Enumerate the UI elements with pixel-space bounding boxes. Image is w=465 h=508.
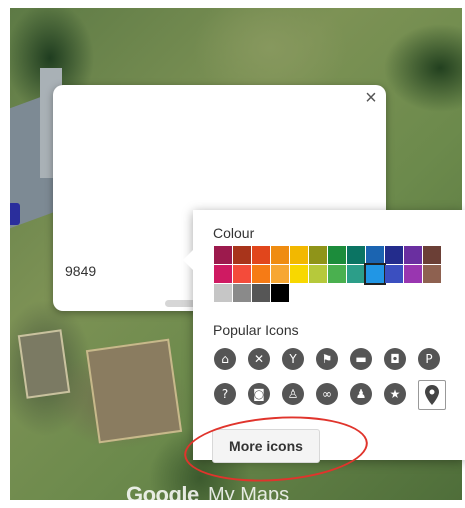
- colour-swatch[interactable]: [328, 246, 346, 264]
- colour-swatch[interactable]: [423, 265, 441, 283]
- colour-label: Colour: [213, 225, 255, 241]
- google-logo: Google: [126, 482, 199, 508]
- popular-icons-grid: ⌂ ✕ Y ⚑ ▬ ◘ P ? ◙ ♙ ∞ ♟ ★: [214, 348, 446, 423]
- google-wordmark: Google: [126, 482, 199, 507]
- colour-swatch[interactable]: [309, 265, 327, 283]
- my-maps-label: My Maps: [208, 484, 290, 506]
- colour-swatch[interactable]: [366, 246, 384, 264]
- field-plot: [85, 338, 183, 444]
- help-icon[interactable]: ?: [214, 383, 236, 405]
- colour-swatch[interactable]: [309, 246, 327, 264]
- popular-icons-label: Popular Icons: [213, 322, 299, 338]
- star-icon[interactable]: ★: [384, 383, 406, 405]
- parking-icon[interactable]: P: [418, 348, 440, 370]
- camera-icon[interactable]: ◙: [248, 383, 270, 405]
- colour-swatch[interactable]: [347, 265, 365, 283]
- colour-swatch[interactable]: [271, 265, 289, 283]
- colour-swatch[interactable]: [233, 265, 251, 283]
- field-plot: [17, 329, 71, 399]
- bar-icon[interactable]: Y: [282, 348, 304, 370]
- colour-swatch[interactable]: [214, 246, 232, 264]
- colour-swatch[interactable]: [233, 246, 251, 264]
- colour-swatch[interactable]: [404, 246, 422, 264]
- colour-swatch[interactable]: [347, 246, 365, 264]
- hotel-icon[interactable]: ▬: [350, 348, 372, 370]
- bicycle-icon[interactable]: ∞: [316, 383, 338, 405]
- colour-swatch[interactable]: [290, 246, 308, 264]
- colour-swatch[interactable]: [271, 246, 289, 264]
- colour-swatch[interactable]: [252, 246, 270, 264]
- pin-icon[interactable]: [418, 380, 446, 410]
- close-icon[interactable]: ×: [360, 87, 382, 109]
- restaurant-icon[interactable]: ✕: [248, 348, 270, 370]
- colour-swatch[interactable]: [214, 284, 232, 302]
- card-partial-text: 9849: [65, 263, 97, 279]
- blue-object: [10, 203, 20, 225]
- colour-swatch[interactable]: [271, 284, 289, 302]
- colour-swatch[interactable]: [385, 265, 403, 283]
- colour-swatch[interactable]: [423, 246, 441, 264]
- home-icon[interactable]: ⌂: [214, 348, 236, 370]
- colour-swatch[interactable]: [252, 265, 270, 283]
- colour-swatch[interactable]: [328, 265, 346, 283]
- colour-swatch[interactable]: [404, 265, 422, 283]
- running-icon[interactable]: ♟: [350, 383, 372, 405]
- colour-swatch[interactable]: [290, 265, 308, 283]
- colour-swatch[interactable]: [252, 284, 270, 302]
- colour-swatch[interactable]: [364, 263, 386, 285]
- hiking-icon[interactable]: ♙: [282, 383, 304, 405]
- colour-swatch[interactable]: [214, 265, 232, 283]
- flag-icon[interactable]: ⚑: [316, 348, 338, 370]
- shopping-icon[interactable]: ◘: [384, 348, 406, 370]
- colour-palette: [214, 246, 465, 303]
- colour-swatch[interactable]: [385, 246, 403, 264]
- colour-swatch[interactable]: [233, 284, 251, 302]
